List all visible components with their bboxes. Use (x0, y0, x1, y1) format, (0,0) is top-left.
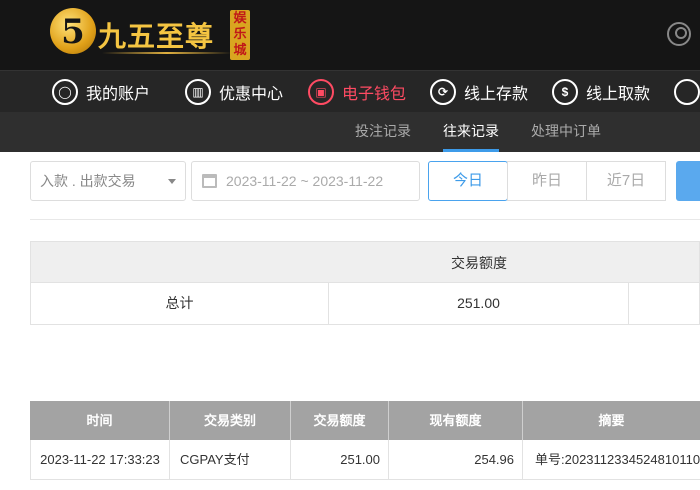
transaction-type-select[interactable]: 入款 . 出款交易 (30, 161, 186, 201)
table-row: 2023-11-22 17:33:23 CGPAY支付 251.00 254.9… (30, 440, 700, 480)
record-tabs: 投注记录 往来记录 处理中订单 (0, 112, 700, 152)
logo-emblem: 5 (50, 8, 96, 54)
nav-item-label: 优惠中心 (219, 86, 284, 103)
nav-item-account[interactable]: ◯ 我的账户 (52, 71, 150, 113)
tab-bet-records[interactable]: 投注记录 (355, 112, 411, 152)
logo-underline (102, 52, 232, 54)
deposit-icon: ⟳ (430, 79, 456, 105)
column-amount: 交易额度 (291, 401, 389, 440)
nav-item-label: 电子钱包 (342, 86, 407, 103)
today-button[interactable]: 今日 (428, 161, 508, 201)
row-time: 2023-11-22 17:33:23 (31, 440, 170, 480)
summary-row: 总计 251.00 (30, 283, 700, 325)
row-balance: 254.96 (389, 440, 523, 480)
nav-item-deposit[interactable]: ⟳ 线上存款 (430, 71, 528, 113)
row-amount: 251.00 (291, 440, 389, 480)
nav-item-label: 线上存款 (464, 86, 529, 103)
yesterday-button[interactable]: 昨日 (507, 161, 587, 201)
logo-badge: 娱乐城 (230, 10, 250, 60)
logo-name: 九五至尊 (98, 20, 215, 53)
column-summary: 摘要 (598, 413, 625, 428)
nav-item-wallet[interactable]: ▣ 电子钱包 (308, 71, 406, 113)
column-type: 交易类别 (170, 401, 291, 440)
gift-icon: ▥ (185, 79, 211, 105)
summary-header: 交易额度 (30, 241, 700, 283)
top-header: 5 九五至尊 娱乐城 (0, 0, 700, 70)
summary-total-label: 总计 (31, 283, 329, 324)
column-balance: 现有额度 (389, 401, 523, 440)
column-time: 时间 (30, 401, 170, 440)
wallet-icon: ▣ (308, 79, 334, 105)
row-summary: 单号:2023112334524810110 (535, 452, 700, 467)
divider (30, 219, 700, 220)
transaction-type-value: 入款 . 出款交易 (40, 173, 136, 189)
calendar-icon (202, 174, 217, 188)
last-7-days-button[interactable]: 近7日 (586, 161, 666, 201)
summary-total-value: 251.00 (329, 283, 629, 324)
withdraw-icon: $ (552, 79, 578, 105)
search-button[interactable] (676, 161, 700, 201)
date-range-input[interactable]: 2023-11-22 ~ 2023-11-22 (191, 161, 420, 201)
user-icon: ◯ (52, 79, 78, 105)
site-logo[interactable]: 5 九五至尊 娱乐城 (50, 8, 255, 60)
logo-glyph: 5 (61, 12, 85, 52)
row-type: CGPAY支付 (170, 440, 291, 480)
detail-table-header: 时间 交易类别 交易额度 现有额度 摘要 (30, 401, 700, 440)
nav-item-label: 线上取款 (586, 86, 651, 103)
main-nav: ◯ 我的账户 ▥ 优惠中心 ▣ 电子钱包 ⟳ 线上存款 $ 线上取款 (0, 70, 700, 112)
user-circle-icon[interactable] (667, 22, 691, 46)
nav-item-withdraw[interactable]: $ 线上取款 (552, 71, 650, 113)
summary-column-amount: 交易额度 (451, 255, 507, 271)
tab-transactions[interactable]: 往来记录 (443, 112, 499, 152)
chevron-down-icon (168, 179, 176, 184)
nav-item-more[interactable] (674, 71, 700, 113)
nav-item-label: 我的账户 (86, 86, 151, 103)
date-range-value: 2023-11-22 ~ 2023-11-22 (226, 173, 384, 189)
document-icon (674, 79, 700, 105)
tab-pending-orders[interactable]: 处理中订单 (531, 112, 601, 152)
nav-item-promotions[interactable]: ▥ 优惠中心 (185, 71, 283, 113)
